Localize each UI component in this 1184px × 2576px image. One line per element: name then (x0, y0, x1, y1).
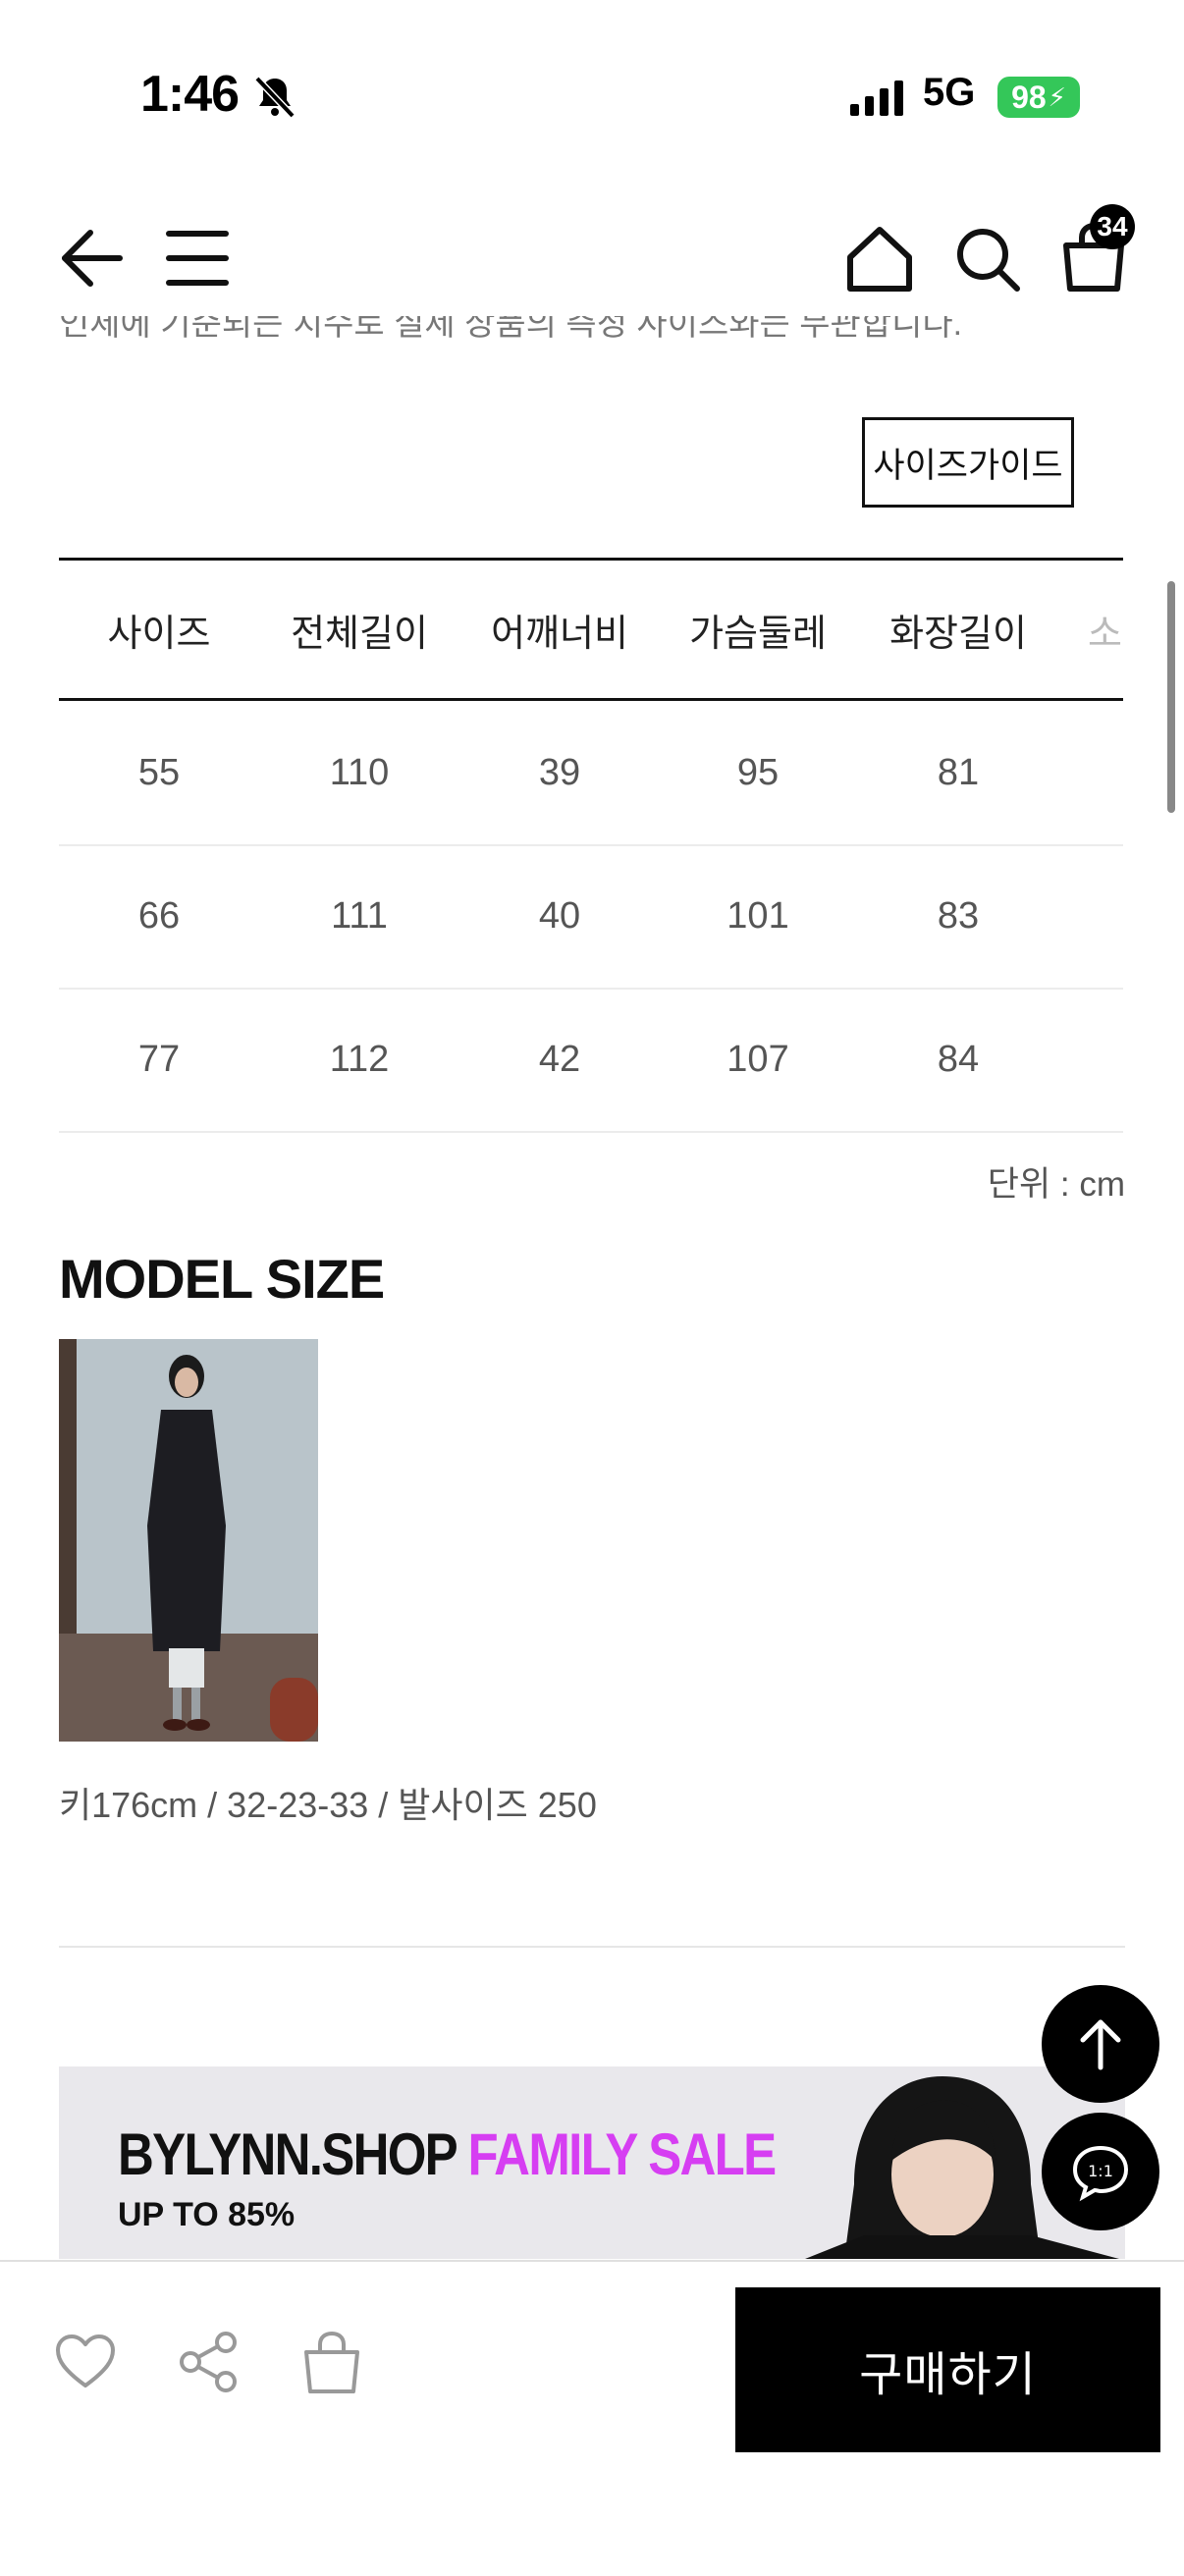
back-arrow-icon[interactable] (57, 224, 126, 293)
table-row: 66 111 40 101 83 (59, 844, 1123, 990)
table-cell: 77 (137, 1038, 181, 1080)
banner-sale-text: FAMILY SALE (467, 2121, 778, 2187)
banner-title: BYLYNN.SHOP FAMILY SALE (118, 2120, 778, 2188)
table-row: 55 110 39 95 81 (59, 701, 1123, 846)
search-icon[interactable] (952, 224, 1023, 295)
col-header-shoulder: 어깨너비 (491, 613, 628, 655)
battery-indicator: 98 ⚡ (997, 77, 1080, 118)
chat-bubble-icon: 1:1 (1072, 2145, 1129, 2202)
table-cell: 101 (727, 894, 789, 937)
table-cell: 112 (329, 1038, 390, 1080)
cart-count-badge: 34 (1090, 204, 1135, 249)
table-cell: 55 (137, 751, 181, 793)
model-size-title: MODEL SIZE (59, 1248, 385, 1310)
col-header-total-length: 전체길이 (291, 613, 428, 655)
table-cell: 83 (937, 894, 980, 937)
home-icon[interactable] (844, 224, 915, 295)
table-cell: 39 (538, 751, 581, 793)
buy-now-button[interactable]: 구매하기 (735, 2287, 1160, 2452)
charging-icon: ⚡ (1048, 81, 1066, 112)
chat-label: 1:1 (1088, 2162, 1113, 2180)
table-cell: 84 (937, 1038, 980, 1080)
table-cell: 95 (736, 751, 780, 793)
shopping-bag-icon[interactable] (300, 2331, 363, 2395)
col-header-partial: 소 (1088, 613, 1122, 655)
network-label: 5G (923, 71, 976, 114)
silent-bell-icon (254, 76, 296, 119)
table-cell: 42 (538, 1038, 581, 1080)
col-header-size: 사이즈 (107, 613, 211, 655)
size-guide-button[interactable]: 사이즈가이드 (862, 417, 1074, 508)
size-disclaimer-text: 인체에 기준되는 치수로 실제 상품의 측정 사이즈와는 무관합니다. (59, 316, 963, 343)
banner-brand: BYLYNN.SHOP (118, 2121, 457, 2187)
signal-icon (850, 80, 903, 116)
col-header-chest: 가슴둘레 (689, 613, 827, 655)
table-cell: 66 (137, 894, 181, 937)
unit-label: 단위 : cm (987, 1165, 1125, 1204)
model-figure-image (59, 1339, 318, 1742)
share-icon[interactable] (177, 2331, 240, 2393)
table-cell: 111 (331, 894, 388, 937)
table-cell: 81 (937, 751, 980, 793)
table-cell: 110 (329, 751, 390, 793)
arrow-up-icon (1080, 2019, 1121, 2070)
col-header-sleeve: 화장길이 (889, 613, 1027, 655)
table-cell: 107 (727, 1038, 789, 1080)
scrollbar[interactable] (1167, 581, 1175, 813)
model-measurements: 키176cm / 32-23-33 / 발사이즈 250 (59, 1785, 597, 1825)
table-cell: 40 (538, 894, 581, 937)
section-divider (59, 1946, 1125, 1948)
promo-banner[interactable]: BYLYNN.SHOP FAMILY SALE UP TO 85% (59, 2066, 1125, 2259)
chat-button[interactable]: 1:1 (1042, 2113, 1159, 2230)
banner-discount: UP TO 85% (118, 2196, 296, 2233)
table-row: 77 112 42 107 84 (59, 988, 1123, 1133)
scroll-top-button[interactable] (1042, 1985, 1159, 2103)
heart-icon[interactable] (54, 2333, 117, 2391)
model-photo[interactable] (59, 1339, 318, 1742)
battery-level: 98 (1011, 79, 1047, 115)
size-table: 사이즈 전체길이 어깨너비 가슴둘레 화장길이 소 55 110 39 95 8… (59, 558, 1123, 1133)
menu-icon[interactable] (165, 228, 230, 289)
status-time: 1:46 (140, 66, 240, 123)
